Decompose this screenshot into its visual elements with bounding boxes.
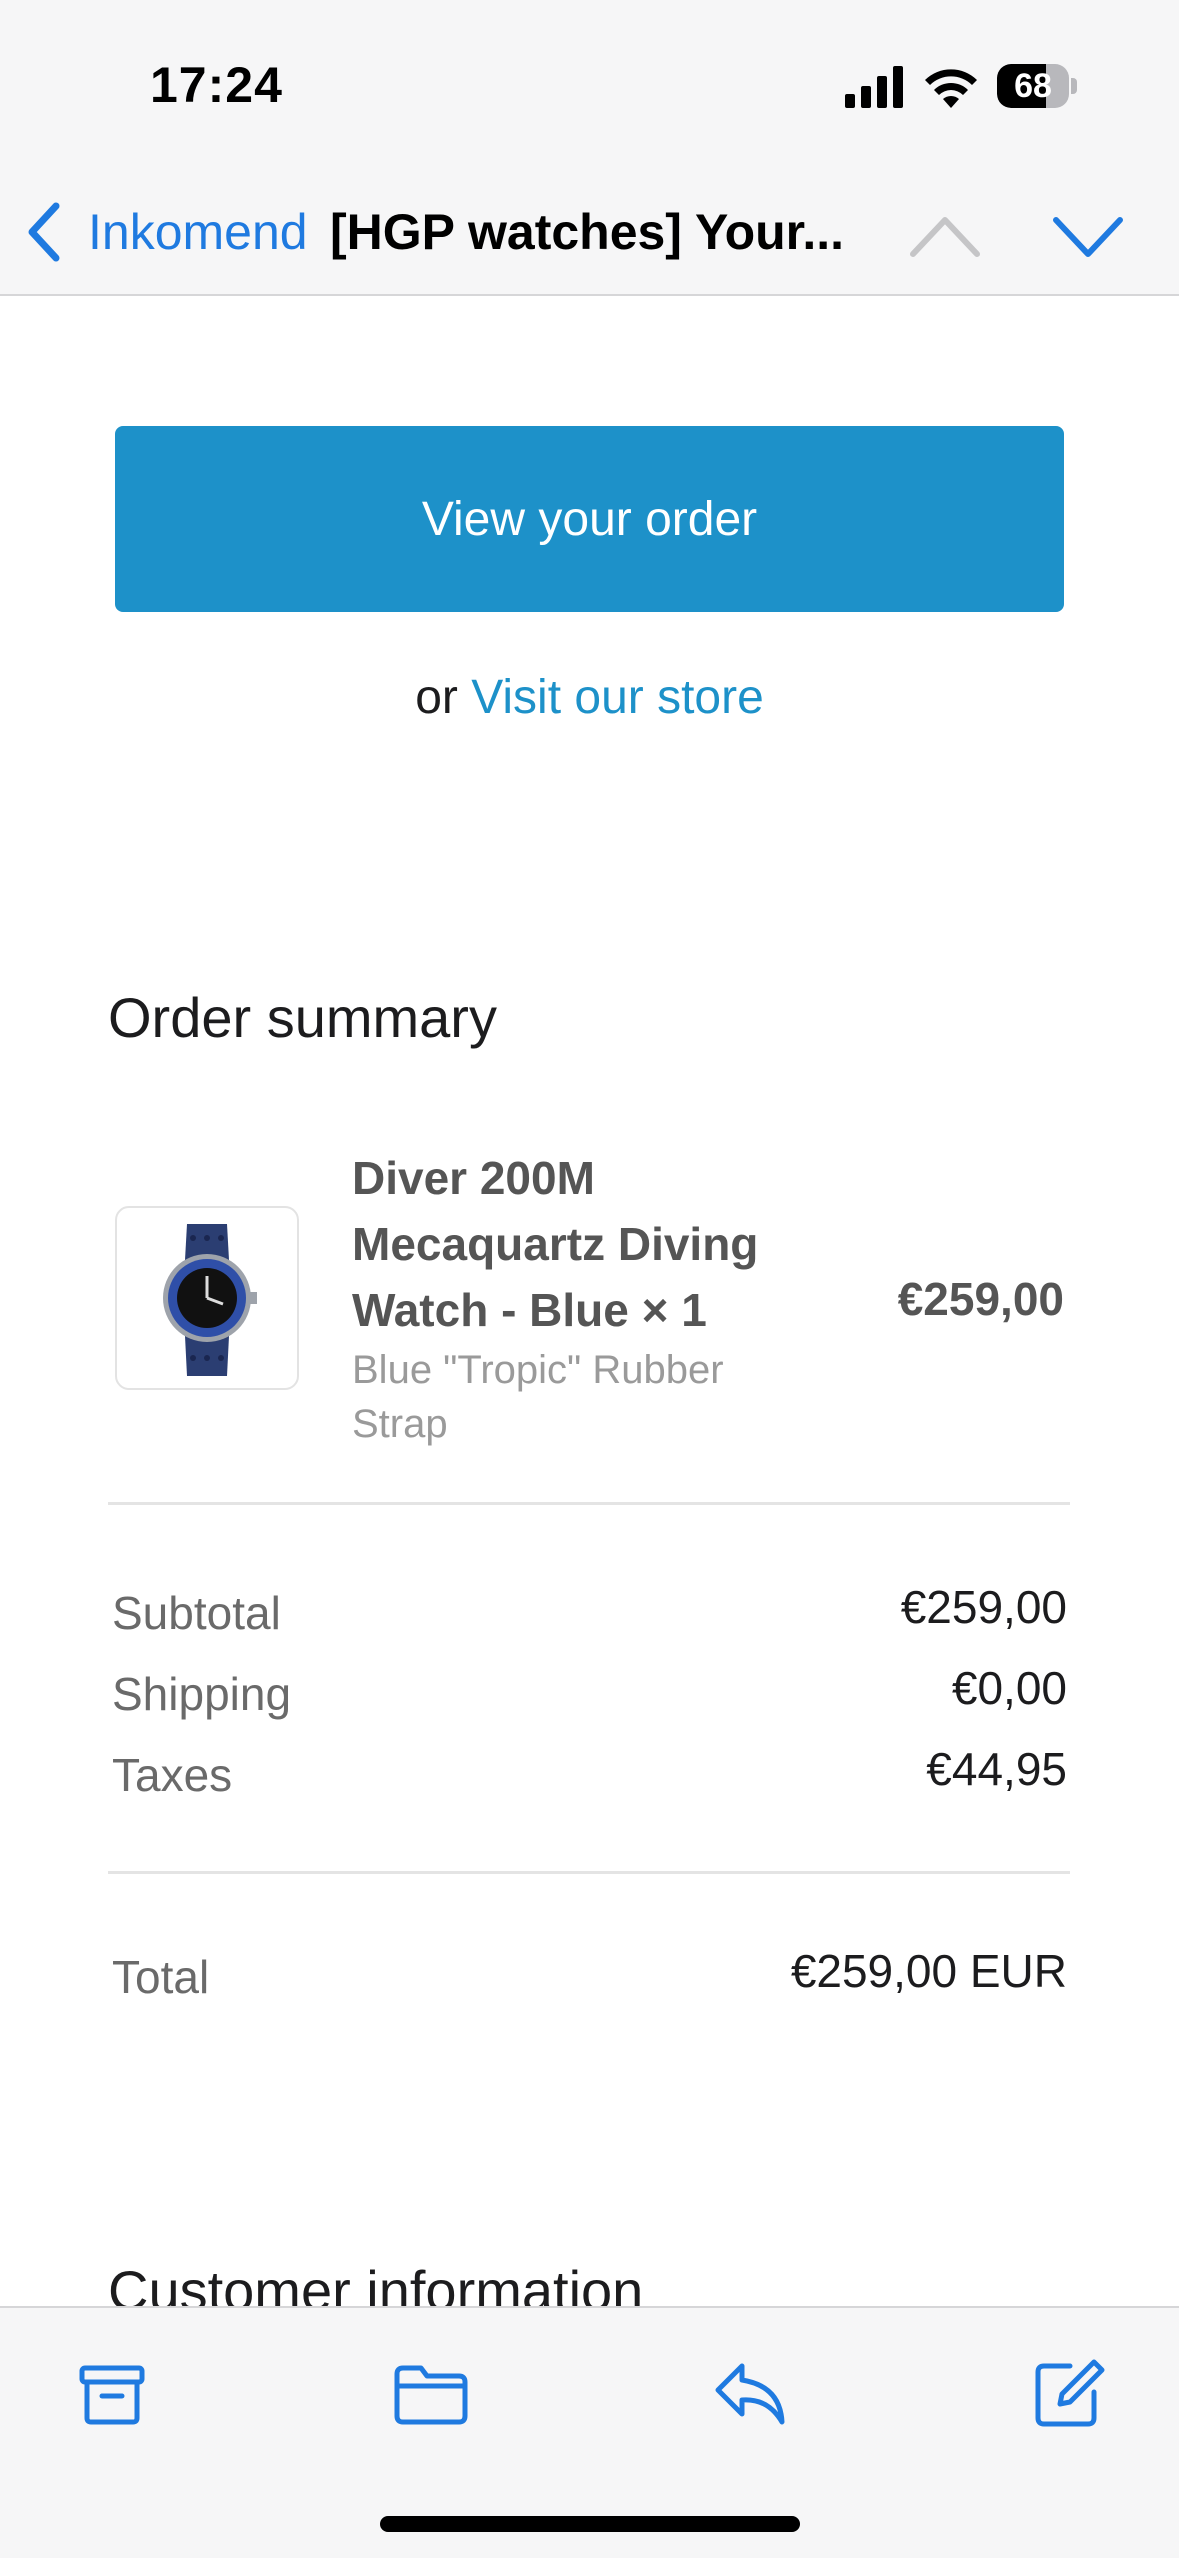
total-value: €259,00 EUR	[790, 1945, 1067, 1997]
reply-icon[interactable]	[712, 2356, 788, 2432]
watch-image	[163, 1224, 257, 1376]
subtotal-value: €259,00	[900, 1581, 1067, 1633]
product-title: Diver 200M Mecaquartz Diving Watch - Blu…	[352, 1152, 759, 1336]
shipping-label: Shipping	[112, 1668, 292, 1720]
shipping-value: €0,00	[951, 1662, 1067, 1714]
chevron-up-icon[interactable]	[905, 196, 985, 276]
battery-icon: 68	[997, 64, 1077, 108]
compose-icon[interactable]	[1030, 2356, 1106, 2432]
or-text: or	[415, 671, 458, 724]
chevron-left-icon	[28, 202, 60, 262]
home-indicator[interactable]	[380, 2516, 800, 2532]
visit-store-link[interactable]: Visit our store	[471, 671, 764, 724]
mail-nav-bar: Inkomend [HGP watches] Your...	[0, 170, 1179, 296]
back-label: Inkomend	[88, 204, 308, 260]
product-price: €259,00	[897, 1273, 1064, 1325]
wifi-icon	[925, 69, 977, 108]
store-link-line: or Visit our store	[0, 670, 1179, 725]
status-bar: 17:24 68	[0, 0, 1179, 170]
order-summary-title: Order summary	[108, 986, 497, 1049]
taxes-label: Taxes	[112, 1749, 233, 1801]
divider	[108, 1871, 1070, 1874]
archive-icon[interactable]	[74, 2356, 150, 2432]
chevron-down-icon[interactable]	[1048, 196, 1128, 276]
product-thumbnail[interactable]	[115, 1206, 299, 1390]
divider	[108, 1502, 1070, 1505]
back-button[interactable]: Inkomend	[22, 192, 308, 272]
status-time: 17:24	[150, 57, 283, 113]
cellular-signal-icon	[845, 66, 903, 108]
battery-percentage: 68	[1014, 67, 1052, 105]
view-order-button[interactable]: View your order	[115, 426, 1064, 612]
taxes-value: €44,95	[926, 1743, 1067, 1795]
folder-icon[interactable]	[393, 2356, 469, 2432]
email-subject-title: [HGP watches] Your...	[330, 204, 845, 260]
product-variant: Blue "Tropic" Rubber Strap	[352, 1348, 724, 1446]
subtotal-label: Subtotal	[112, 1587, 281, 1639]
total-label: Total	[112, 1951, 210, 2003]
